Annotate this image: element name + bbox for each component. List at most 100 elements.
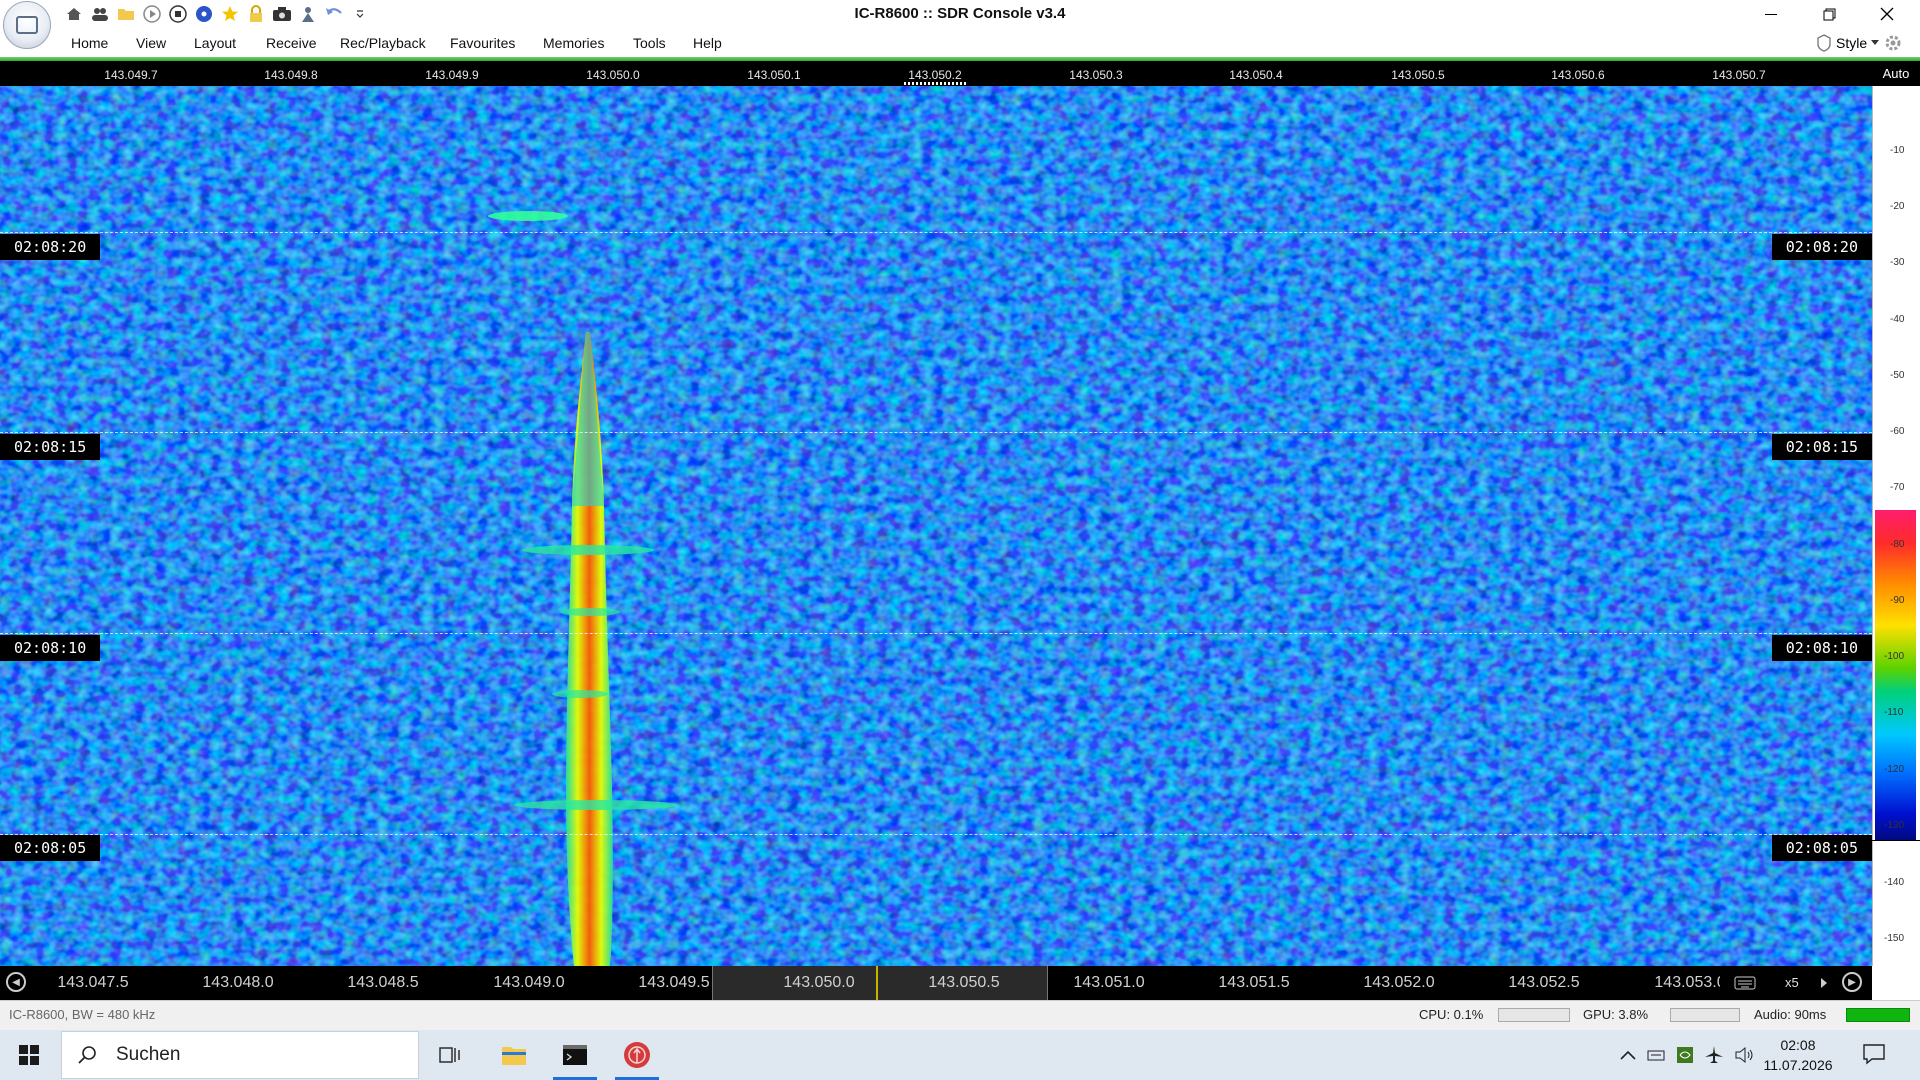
close-icon bbox=[1880, 7, 1894, 21]
restore-button[interactable] bbox=[1806, 0, 1852, 28]
db-tick-label: -150 bbox=[1884, 933, 1905, 944]
freq-label: 143.051.0 bbox=[1073, 974, 1145, 991]
time-gridline bbox=[0, 232, 1872, 233]
db-tick-label: -70 bbox=[1890, 482, 1905, 493]
menu-help[interactable]: Help bbox=[693, 35, 722, 51]
minimize-icon bbox=[1765, 13, 1777, 15]
keyboard-icon[interactable] bbox=[1734, 975, 1756, 991]
waterfall-display[interactable]: 02:08:20 02:08:15 02:08:10 02:08:05 02:0… bbox=[0, 86, 1872, 966]
task-view-icon bbox=[439, 1047, 460, 1063]
device-status: IC-R8600, BW = 480 kHz bbox=[9, 1007, 156, 1022]
receiver-center-line[interactable] bbox=[876, 966, 878, 1000]
db-tick-label: -60 bbox=[1890, 426, 1905, 437]
scroll-right-icon[interactable]: ▶ bbox=[1842, 972, 1862, 992]
menu-receive[interactable]: Receive bbox=[266, 35, 317, 51]
airplane-mode-icon[interactable] bbox=[1704, 1045, 1724, 1065]
restore-icon bbox=[1823, 8, 1835, 20]
file-explorer-icon bbox=[502, 1047, 526, 1065]
home-icon[interactable] bbox=[64, 4, 84, 24]
freq-label: 143.053.0 bbox=[1654, 974, 1726, 991]
db-tick-label: -40 bbox=[1890, 314, 1905, 325]
network-adapter-icon[interactable] bbox=[1646, 1046, 1666, 1064]
folder-icon[interactable] bbox=[116, 4, 136, 24]
zoom-next-icon[interactable] bbox=[1820, 977, 1828, 989]
ruler-tick-label: 143.050.2 bbox=[908, 68, 962, 82]
db-tick-label: -50 bbox=[1890, 370, 1905, 381]
menu-favourites[interactable]: Favourites bbox=[450, 35, 515, 51]
db-floor-marker bbox=[1872, 840, 1920, 841]
stop-icon[interactable] bbox=[168, 4, 188, 24]
ruler-tick-label: 143.049.8 bbox=[264, 68, 318, 82]
gpu-meter bbox=[1670, 1008, 1740, 1022]
time-label-left: 02:08:20 bbox=[0, 234, 101, 260]
volume-icon[interactable] bbox=[1734, 1046, 1756, 1064]
undo-icon[interactable] bbox=[324, 4, 344, 24]
play-icon[interactable] bbox=[142, 4, 162, 24]
menu-layout[interactable]: Layout bbox=[194, 35, 236, 51]
ruler-tick-label: 143.050.1 bbox=[747, 68, 801, 82]
menu-home[interactable]: Home bbox=[71, 35, 108, 51]
application-menu-button[interactable] bbox=[3, 1, 51, 49]
menu-rec-playback[interactable]: Rec/Playback bbox=[340, 35, 426, 51]
ruler-tick-label: 143.050.7 bbox=[1712, 68, 1766, 82]
scroll-left-icon[interactable]: ◀ bbox=[6, 972, 26, 992]
style-label: Style bbox=[1836, 35, 1868, 51]
start-button[interactable] bbox=[0, 1030, 58, 1080]
taskbar-clock[interactable]: 02:08 11.07.2026 bbox=[1758, 1035, 1838, 1075]
gear-icon[interactable] bbox=[1883, 33, 1903, 53]
star-icon[interactable] bbox=[220, 4, 240, 24]
db-tick-label: -10 bbox=[1890, 145, 1905, 156]
db-tick-label: -90 bbox=[1890, 595, 1905, 606]
terminal-button[interactable] bbox=[544, 1030, 606, 1080]
time-label-left: 02:08:05 bbox=[0, 835, 101, 861]
person-icon[interactable] bbox=[298, 4, 318, 24]
time-label-right: 02:08:10 bbox=[1771, 635, 1872, 661]
ruler-tick-label: 143.050.3 bbox=[1069, 68, 1123, 82]
menu-view[interactable]: View bbox=[136, 35, 166, 51]
task-view-button[interactable] bbox=[419, 1030, 481, 1080]
system-tray bbox=[1620, 1030, 1756, 1080]
close-button[interactable] bbox=[1864, 0, 1910, 28]
signal-spur bbox=[552, 690, 608, 698]
freq-label: 143.048.5 bbox=[347, 974, 419, 991]
chevron-up-icon[interactable] bbox=[1620, 1050, 1636, 1060]
db-tick-label: -80 bbox=[1890, 539, 1905, 550]
gpu-usage: GPU: 3.8% bbox=[1583, 1007, 1649, 1022]
auto-scale-button[interactable]: Auto bbox=[1872, 61, 1920, 86]
ruler-tick-label: 143.049.7 bbox=[104, 68, 158, 82]
style-button[interactable]: Style bbox=[1816, 33, 1903, 53]
freq-label: 143.047.5 bbox=[57, 974, 129, 991]
signal-spur bbox=[488, 211, 568, 221]
clock-date: 11.07.2026 bbox=[1763, 1057, 1833, 1073]
search-icon bbox=[78, 1046, 96, 1064]
time-label-left: 02:08:10 bbox=[0, 635, 101, 661]
file-explorer-button[interactable] bbox=[483, 1030, 545, 1080]
freq-label: 143.049.5 bbox=[638, 974, 710, 991]
menu-memories[interactable]: Memories bbox=[543, 35, 604, 51]
db-tick-label: -100 bbox=[1884, 651, 1905, 662]
sdr-console-icon bbox=[624, 1042, 650, 1068]
ruler-tick-label: 143.050.6 bbox=[1551, 68, 1605, 82]
time-label-right: 02:08:20 bbox=[1771, 234, 1872, 260]
users-icon[interactable] bbox=[90, 4, 110, 24]
db-tick-label: -30 bbox=[1890, 257, 1905, 268]
style-icon bbox=[1817, 34, 1831, 52]
lock-icon[interactable] bbox=[246, 4, 266, 24]
minimize-button[interactable] bbox=[1748, 0, 1794, 28]
chevron-down-icon bbox=[1871, 40, 1880, 45]
menu-tools[interactable]: Tools bbox=[633, 35, 666, 51]
notification-icon[interactable] bbox=[1862, 1043, 1886, 1065]
zoom-level[interactable]: x5 bbox=[1785, 975, 1799, 990]
sdr-console-button[interactable] bbox=[606, 1030, 668, 1080]
nvidia-icon[interactable] bbox=[1676, 1046, 1694, 1064]
ruler-tick-label: 143.049.9 bbox=[425, 68, 479, 82]
time-gridline bbox=[0, 432, 1872, 433]
freq-label: 143.052.0 bbox=[1363, 974, 1435, 991]
disc-icon[interactable] bbox=[194, 4, 214, 24]
db-tick-label: -120 bbox=[1884, 764, 1905, 775]
taskbar-search-box[interactable]: Suchen bbox=[61, 1031, 419, 1079]
camera-icon[interactable] bbox=[272, 4, 292, 24]
clock-time: 02:08 bbox=[1780, 1037, 1816, 1053]
signal-spur bbox=[560, 608, 620, 616]
dropdown-icon[interactable] bbox=[350, 4, 370, 24]
